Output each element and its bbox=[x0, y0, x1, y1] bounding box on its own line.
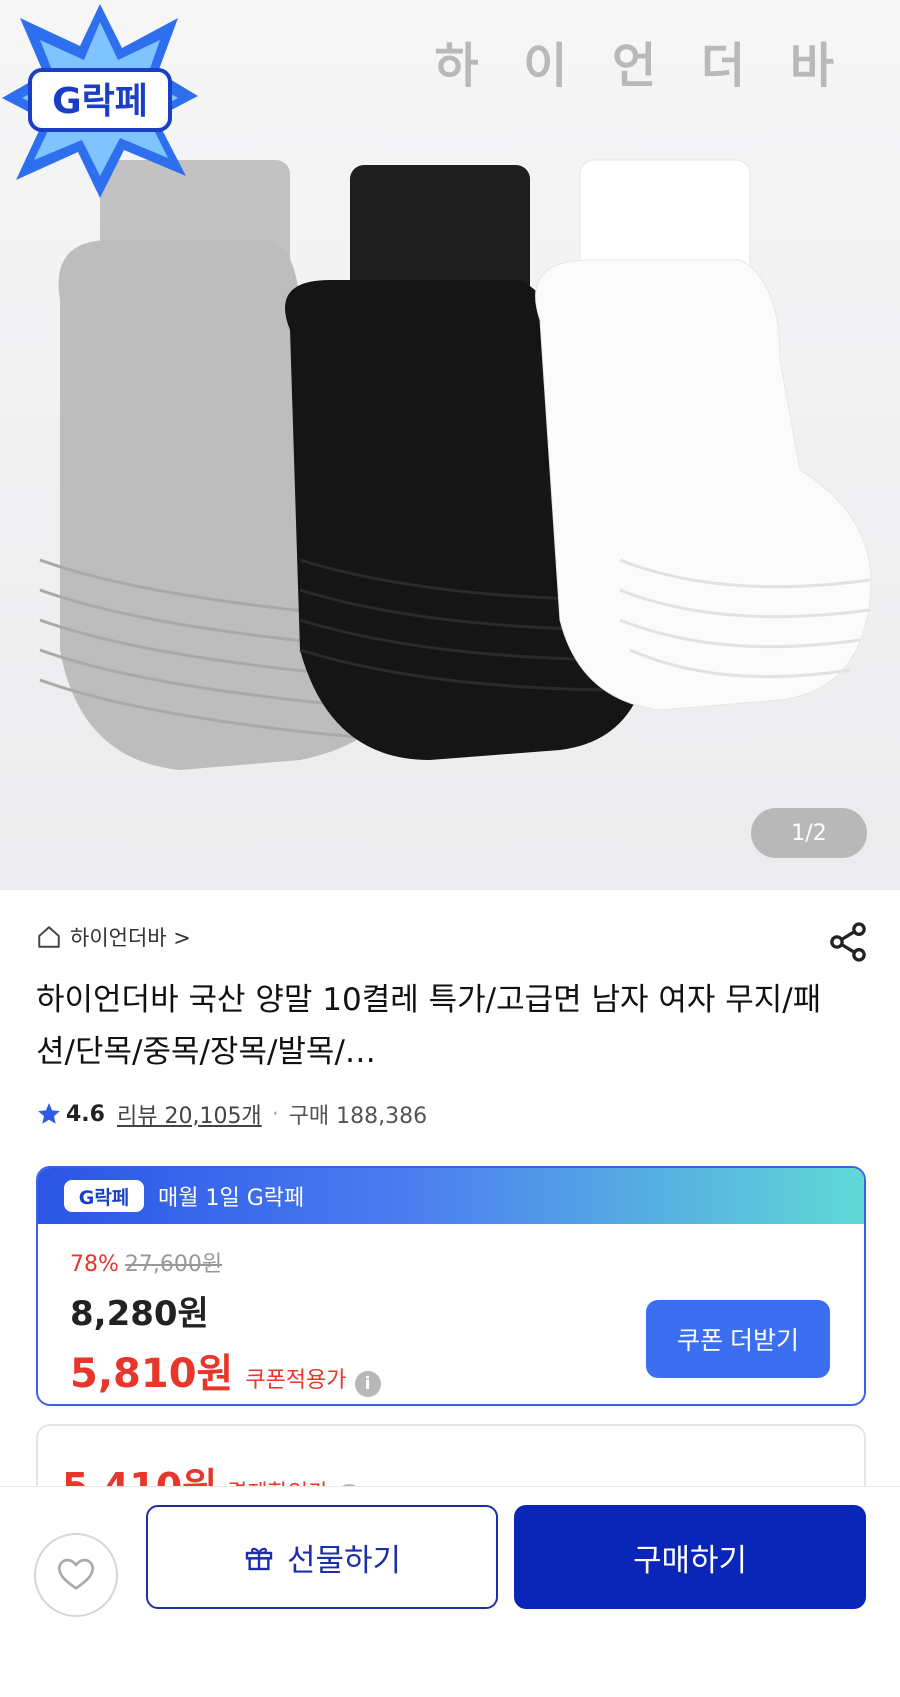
glakpe-event-badge-icon: G락페 bbox=[2, 4, 198, 198]
separator-dot: · bbox=[271, 1101, 279, 1127]
wishlist-button[interactable] bbox=[34, 1533, 118, 1617]
heart-icon bbox=[58, 1558, 94, 1590]
original-price: 27,600원 bbox=[124, 1252, 223, 1277]
store-name: 하이언더바 > bbox=[70, 926, 191, 950]
store-link[interactable]: 하이언더바 > bbox=[36, 922, 191, 952]
purchase-count: 구매 188,386 bbox=[288, 1104, 428, 1129]
gift-button[interactable]: 선물하기 bbox=[146, 1505, 498, 1609]
product-image-carousel[interactable]: 하 이 언 더 바 G락페 1/2 bbox=[0, 0, 900, 890]
discount-rate: 78% bbox=[70, 1252, 119, 1277]
promo-price-card: G락페 매월 1일 G락페 78% 27,600원 8,280원 5,810원 쿠… bbox=[36, 1166, 866, 1406]
review-count-link[interactable]: 리뷰 20,105개 bbox=[117, 1098, 262, 1130]
glakpe-logo-label: G락페 bbox=[79, 1187, 130, 1209]
rating-row: 4.6 리뷰 20,105개 · 구매 188,386 bbox=[36, 1098, 427, 1130]
coupon-price-label: 쿠폰적용가 bbox=[245, 1368, 347, 1393]
bottom-action-bar: 선물하기 구매하기 bbox=[0, 1486, 900, 1697]
gift-icon bbox=[245, 1547, 273, 1571]
image-pager-indicator: 1/2 bbox=[751, 808, 867, 858]
info-icon[interactable]: i bbox=[354, 1371, 381, 1397]
gift-label: 선물하기 bbox=[286, 1542, 402, 1578]
glakpe-banner: G락페 매월 1일 G락페 bbox=[38, 1168, 864, 1224]
rating-score: 4.6 bbox=[66, 1101, 105, 1127]
glakpe-logo-icon: G락페 bbox=[64, 1180, 144, 1212]
home-icon bbox=[38, 926, 60, 948]
banner-text: 매월 1일 G락페 bbox=[158, 1186, 305, 1211]
star-icon bbox=[38, 1103, 60, 1124]
get-more-coupons-button[interactable]: 쿠폰 더받기 bbox=[646, 1300, 830, 1378]
product-title: 하이언더바 국산 양말 10켤레 특가/고급면 남자 여자 무지/패션/단목/중… bbox=[36, 982, 822, 1070]
coupon-price: 5,810원 bbox=[70, 1351, 234, 1397]
brand-watermark: 하 이 언 더 바 bbox=[434, 38, 848, 94]
buy-button[interactable]: 구매하기 bbox=[514, 1505, 866, 1609]
share-icon[interactable] bbox=[826, 920, 870, 964]
glakpe-badge-label: G락페 bbox=[52, 81, 148, 122]
